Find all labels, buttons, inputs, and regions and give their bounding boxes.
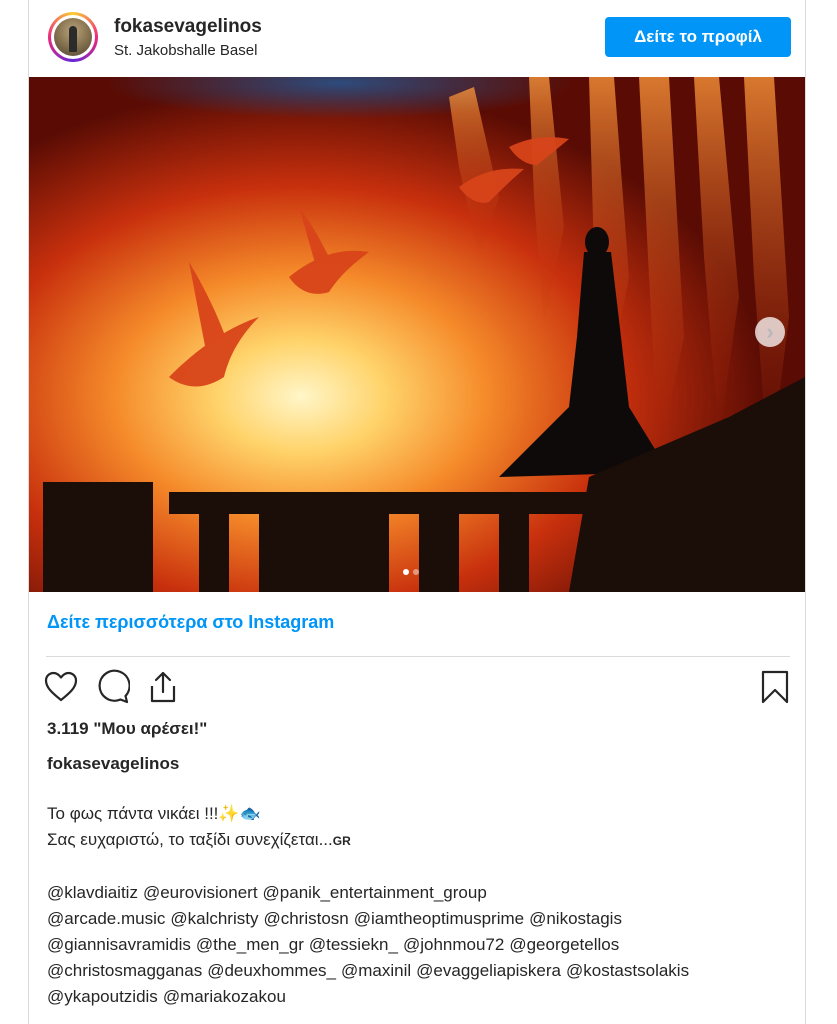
chevron-right-icon: › [766, 319, 774, 344]
avatar[interactable] [48, 12, 98, 62]
carousel-dot [403, 569, 409, 575]
mention-link[interactable]: @iamtheoptimusprime [354, 909, 524, 928]
likes-count[interactable]: 3.119 "Μου αρέσει!" [47, 719, 207, 739]
caption-username[interactable]: fokasevagelinos [47, 754, 179, 774]
mention-link[interactable]: @kalchristy [170, 909, 258, 928]
carousel-dot [413, 569, 419, 575]
action-bar [29, 665, 805, 709]
bookmark-icon[interactable] [757, 669, 793, 705]
post-media[interactable]: › [29, 77, 805, 592]
mention-link[interactable]: @klavdiaitiz [47, 883, 138, 902]
mention-link[interactable]: @tessiekn_ [309, 935, 398, 954]
share-icon[interactable] [145, 669, 181, 705]
mention-link[interactable]: @evaggeliapiskera [416, 961, 561, 980]
mention-link[interactable]: @eurovisionert [143, 883, 258, 902]
stage-photo [29, 77, 805, 592]
mention-link[interactable]: @georgetellos [509, 935, 619, 954]
mention-link[interactable]: @christosn [263, 909, 348, 928]
mention-link[interactable]: @nikostagis [529, 909, 622, 928]
mention-link[interactable]: @deuxhommes_ [207, 961, 336, 980]
instagram-embed-card: fokasevagelinos St. Jakobshalle Basel Δε… [28, 0, 806, 1024]
view-profile-button[interactable]: Δείτε το προφίλ [605, 17, 791, 57]
mention-link[interactable]: @christosmagganas [47, 961, 202, 980]
tagged-accounts: @klavdiaitiz @eurovisionert @panik_enterta… [47, 880, 797, 1010]
mention-link[interactable]: @mariakozakou [163, 987, 286, 1006]
post-caption: Το φως πάντα νικάει !!!✨🐟 Σας ευχαριστώ,… [47, 801, 787, 854]
mention-link[interactable]: @arcade.music [47, 909, 165, 928]
post-header: fokasevagelinos St. Jakobshalle Basel Δε… [29, 0, 805, 76]
mention-link[interactable]: @panik_entertainment_group [263, 883, 487, 902]
sparkles-fish-emoji: ✨🐟 [218, 804, 261, 823]
mention-link[interactable]: @kostastsolakis [566, 961, 689, 980]
post-location[interactable]: St. Jakobshalle Basel [114, 42, 257, 59]
divider [46, 656, 790, 657]
avatar-photo [54, 18, 92, 56]
carousel-dots [403, 562, 423, 575]
mention-link[interactable]: @giannisavramidis [47, 935, 191, 954]
post-username[interactable]: fokasevagelinos [114, 16, 262, 38]
caption-line-2: Σας ευχαριστώ, το ταξίδι συνεχίζεται...G… [47, 830, 351, 849]
carousel-next-button[interactable]: › [755, 317, 785, 347]
gr-flag-text: GR [332, 834, 351, 848]
comment-icon[interactable] [94, 669, 130, 705]
mention-link[interactable]: @the_men_gr [196, 935, 304, 954]
mention-link[interactable]: @maxinil [341, 961, 411, 980]
heart-icon[interactable] [43, 669, 79, 705]
caption-line-1: Το φως πάντα νικάει !!!✨🐟 [47, 804, 261, 823]
view-more-on-instagram-link[interactable]: Δείτε περισσότερα στο Instagram [47, 612, 334, 633]
mention-link[interactable]: @johnmou72 [403, 935, 504, 954]
mention-link[interactable]: @ykapoutzidis [47, 987, 158, 1006]
